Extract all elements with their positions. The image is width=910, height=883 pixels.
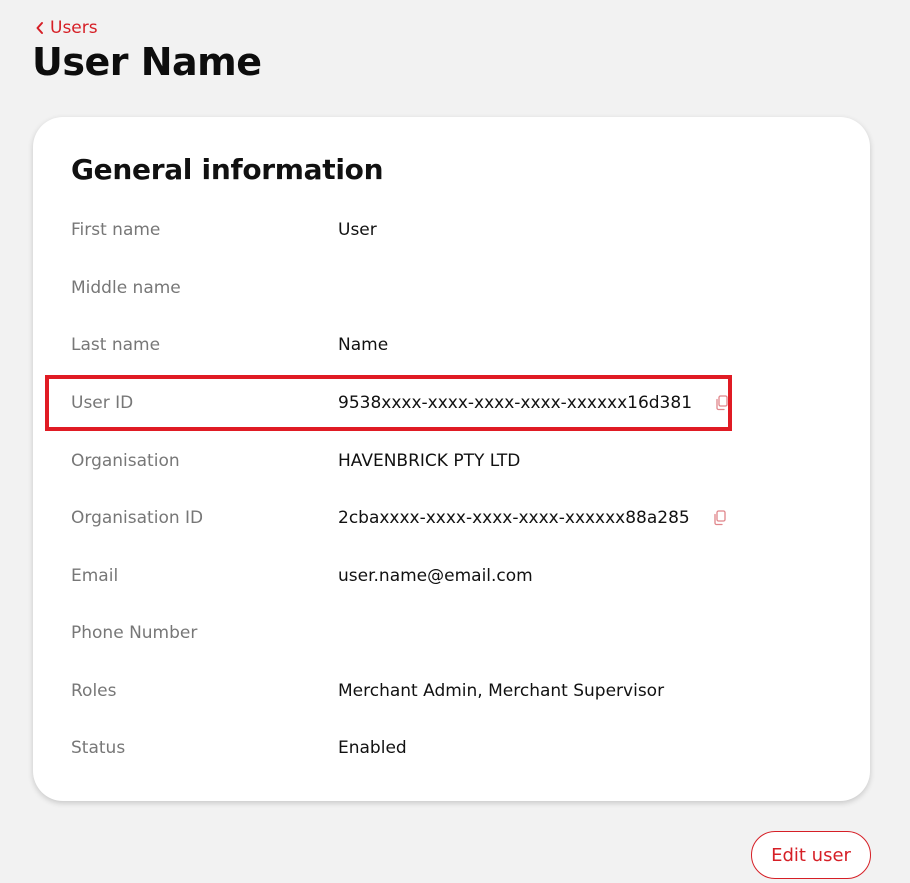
row-email: Email user.name@email.com	[71, 561, 831, 591]
row-phone-number: Phone Number	[71, 618, 831, 648]
breadcrumb-label: Users	[50, 18, 98, 38]
status-value: Enabled	[338, 738, 407, 758]
middle-name-label: Middle name	[71, 278, 181, 298]
row-organisation-id: Organisation ID 2cbaxxxx-xxxx-xxxx-xxxx-…	[71, 503, 831, 533]
roles-value: Merchant Admin, Merchant Supervisor	[338, 681, 665, 701]
row-first-name: First name User	[71, 215, 831, 245]
row-middle-name: Middle name	[71, 273, 831, 303]
chevron-left-icon	[35, 21, 44, 35]
row-status: Status Enabled	[71, 733, 831, 763]
copy-organisation-id-button[interactable]	[710, 508, 730, 528]
email-label: Email	[71, 566, 119, 586]
copy-icon	[714, 510, 726, 526]
user-id-value-wrap: 9538xxxx-xxxx-xxxx-xxxx-xxxxxx16d381	[338, 393, 732, 413]
general-information-card: General information First name User Midd…	[33, 117, 870, 801]
edit-user-button[interactable]: Edit user	[751, 831, 871, 879]
status-label: Status	[71, 738, 126, 758]
page-title: User Name	[32, 40, 262, 84]
roles-label: Roles	[71, 681, 117, 701]
first-name-value: User	[338, 220, 377, 240]
organisation-value: HAVENBRICK PTY LTD	[338, 451, 521, 471]
organisation-label: Organisation	[71, 451, 180, 471]
last-name-value: Name	[338, 335, 389, 355]
organisation-id-label: Organisation ID	[71, 508, 204, 528]
organisation-id-value-wrap: 2cbaxxxx-xxxx-xxxx-xxxx-xxxxxx88a285	[338, 508, 730, 528]
last-name-label: Last name	[71, 335, 161, 355]
card-title: General information	[71, 153, 384, 186]
organisation-id-value: 2cbaxxxx-xxxx-xxxx-xxxx-xxxxxx88a285	[338, 508, 690, 528]
row-user-id: User ID 9538xxxx-xxxx-xxxx-xxxx-xxxxxx16…	[71, 388, 831, 418]
user-id-label: User ID	[71, 393, 134, 413]
breadcrumb-users-link[interactable]: Users	[35, 18, 98, 38]
row-roles: Roles Merchant Admin, Merchant Superviso…	[71, 676, 831, 706]
row-last-name: Last name Name	[71, 330, 831, 360]
copy-user-id-button[interactable]	[712, 393, 732, 413]
copy-icon	[716, 395, 728, 411]
row-organisation: Organisation HAVENBRICK PTY LTD	[71, 446, 831, 476]
first-name-label: First name	[71, 220, 161, 240]
phone-number-label: Phone Number	[71, 623, 198, 643]
user-id-value: 9538xxxx-xxxx-xxxx-xxxx-xxxxxx16d381	[338, 393, 693, 413]
email-value: user.name@email.com	[338, 566, 533, 586]
